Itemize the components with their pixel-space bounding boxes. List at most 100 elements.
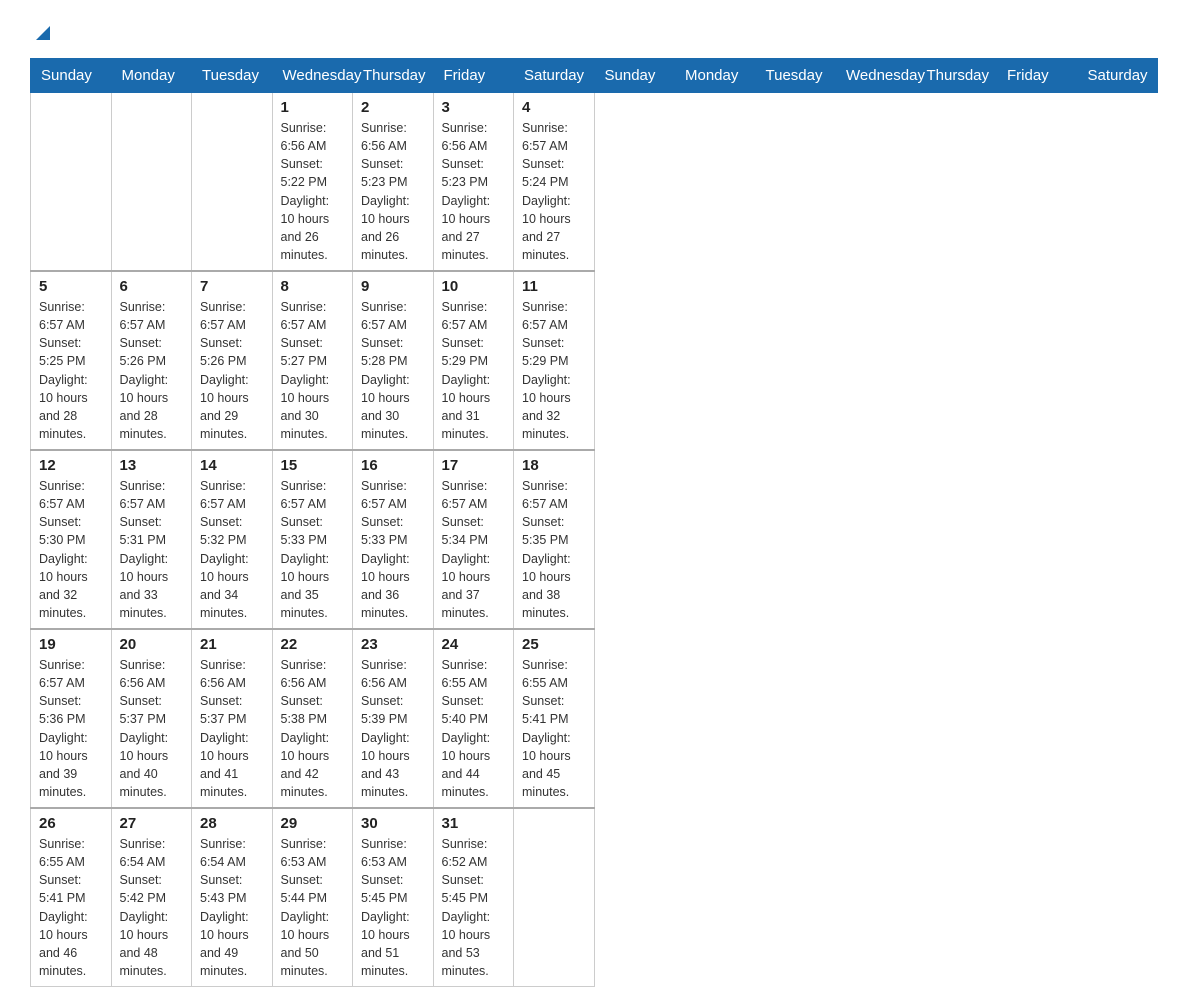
day-info: Sunrise: 6:53 AM Sunset: 5:44 PM Dayligh…	[281, 835, 345, 980]
day-info: Sunrise: 6:56 AM Sunset: 5:39 PM Dayligh…	[361, 656, 425, 801]
calendar-cell: 23 Sunrise: 6:56 AM Sunset: 5:39 PM Dayli…	[353, 629, 434, 808]
day-info: Sunrise: 6:55 AM Sunset: 5:40 PM Dayligh…	[442, 656, 506, 801]
calendar-cell: 29 Sunrise: 6:53 AM Sunset: 5:44 PM Dayli…	[272, 808, 353, 987]
calendar-cell: 6 Sunrise: 6:57 AM Sunset: 5:26 PM Daylig…	[111, 271, 192, 450]
day-info: Sunrise: 6:57 AM Sunset: 5:26 PM Dayligh…	[120, 298, 184, 443]
day-number: 23	[361, 636, 425, 653]
calendar-week-row: 19 Sunrise: 6:57 AM Sunset: 5:36 PM Dayli…	[31, 629, 1158, 808]
day-info: Sunrise: 6:57 AM Sunset: 5:32 PM Dayligh…	[200, 477, 264, 622]
day-number: 10	[442, 278, 506, 295]
calendar-cell: 20 Sunrise: 6:56 AM Sunset: 5:37 PM Dayli…	[111, 629, 192, 808]
day-number: 5	[39, 278, 103, 295]
day-info: Sunrise: 6:57 AM Sunset: 5:33 PM Dayligh…	[281, 477, 345, 622]
day-info: Sunrise: 6:56 AM Sunset: 5:37 PM Dayligh…	[200, 656, 264, 801]
day-number: 6	[120, 278, 184, 295]
day-info: Sunrise: 6:57 AM Sunset: 5:26 PM Dayligh…	[200, 298, 264, 443]
calendar-cell: 13Sunrise: 6:57 AM Sunset: 5:31 PM Dayli…	[111, 450, 192, 629]
day-info: Sunrise: 6:57 AM Sunset: 5:27 PM Dayligh…	[281, 298, 345, 443]
calendar-cell	[111, 93, 192, 272]
calendar-cell: 21 Sunrise: 6:56 AM Sunset: 5:37 PM Dayli…	[192, 629, 273, 808]
calendar-cell: 12Sunrise: 6:57 AM Sunset: 5:30 PM Dayli…	[31, 450, 112, 629]
day-info: Sunrise: 6:57 AM Sunset: 5:29 PM Dayligh…	[522, 298, 586, 443]
day-info: Sunrise: 6:55 AM Sunset: 5:41 PM Dayligh…	[39, 835, 103, 980]
calendar-cell: 31 Sunrise: 6:52 AM Sunset: 5:45 PM Dayli…	[433, 808, 514, 987]
day-info: Sunrise: 6:55 AM Sunset: 5:41 PM Dayligh…	[522, 656, 586, 801]
day-info: Sunrise: 6:53 AM Sunset: 5:45 PM Dayligh…	[361, 835, 425, 980]
day-number: 9	[361, 278, 425, 295]
day-info: Sunrise: 6:56 AM Sunset: 5:23 PM Dayligh…	[361, 119, 425, 264]
header-tuesday: Tuesday	[755, 59, 836, 93]
calendar-week-row: 26Sunrise: 6:55 AM Sunset: 5:41 PM Dayli…	[31, 808, 1158, 987]
calendar-cell: 27 Sunrise: 6:54 AM Sunset: 5:42 PM Dayli…	[111, 808, 192, 987]
day-number: 14	[200, 457, 264, 474]
day-number: 1	[281, 99, 345, 116]
header-saturday: Saturday	[1077, 59, 1158, 93]
header-thursday: Thursday	[916, 59, 997, 93]
day-info: Sunrise: 6:56 AM Sunset: 5:23 PM Dayligh…	[442, 119, 506, 264]
day-number: 13	[120, 457, 184, 474]
day-number: 20	[120, 636, 184, 653]
calendar-week-row: 5 Sunrise: 6:57 AM Sunset: 5:25 PM Daylig…	[31, 271, 1158, 450]
day-number: 17	[442, 457, 506, 474]
day-info: Sunrise: 6:57 AM Sunset: 5:25 PM Dayligh…	[39, 298, 103, 443]
day-info: Sunrise: 6:52 AM Sunset: 5:45 PM Dayligh…	[442, 835, 506, 980]
header-day-monday: Monday	[111, 59, 192, 93]
day-number: 24	[442, 636, 506, 653]
calendar-cell: 1 Sunrise: 6:56 AM Sunset: 5:22 PM Daylig…	[272, 93, 353, 272]
logo	[30, 20, 54, 40]
day-number: 27	[120, 815, 184, 832]
header-monday: Monday	[675, 59, 756, 93]
day-number: 4	[522, 99, 586, 116]
day-info: Sunrise: 6:57 AM Sunset: 5:28 PM Dayligh…	[361, 298, 425, 443]
day-number: 19	[39, 636, 103, 653]
calendar-cell: 11 Sunrise: 6:57 AM Sunset: 5:29 PM Dayli…	[514, 271, 595, 450]
calendar-week-row: 1 Sunrise: 6:56 AM Sunset: 5:22 PM Daylig…	[31, 93, 1158, 272]
header-day-sunday: Sunday	[31, 59, 112, 93]
calendar-cell: 7 Sunrise: 6:57 AM Sunset: 5:26 PM Daylig…	[192, 271, 273, 450]
day-number: 15	[281, 457, 345, 474]
day-number: 25	[522, 636, 586, 653]
logo-triangle-icon	[32, 22, 54, 44]
day-info: Sunrise: 6:57 AM Sunset: 5:30 PM Dayligh…	[39, 477, 103, 622]
day-number: 21	[200, 636, 264, 653]
day-info: Sunrise: 6:57 AM Sunset: 5:34 PM Dayligh…	[442, 477, 506, 622]
calendar-cell: 9 Sunrise: 6:57 AM Sunset: 5:28 PM Daylig…	[353, 271, 434, 450]
calendar-cell: 2Sunrise: 6:56 AM Sunset: 5:23 PM Daylig…	[353, 93, 434, 272]
calendar-cell: 26Sunrise: 6:55 AM Sunset: 5:41 PM Dayli…	[31, 808, 112, 987]
day-info: Sunrise: 6:56 AM Sunset: 5:37 PM Dayligh…	[120, 656, 184, 801]
header-sunday: Sunday	[594, 59, 675, 93]
day-number: 16	[361, 457, 425, 474]
day-number: 18	[522, 457, 586, 474]
day-number: 8	[281, 278, 345, 295]
day-number: 22	[281, 636, 345, 653]
calendar-cell: 18Sunrise: 6:57 AM Sunset: 5:35 PM Dayli…	[514, 450, 595, 629]
day-number: 11	[522, 278, 586, 295]
day-info: Sunrise: 6:56 AM Sunset: 5:22 PM Dayligh…	[281, 119, 345, 264]
day-info: Sunrise: 6:56 AM Sunset: 5:38 PM Dayligh…	[281, 656, 345, 801]
header-day-tuesday: Tuesday	[192, 59, 273, 93]
calendar-cell	[514, 808, 595, 987]
header-wednesday: Wednesday	[836, 59, 917, 93]
day-info: Sunrise: 6:57 AM Sunset: 5:33 PM Dayligh…	[361, 477, 425, 622]
day-info: Sunrise: 6:57 AM Sunset: 5:29 PM Dayligh…	[442, 298, 506, 443]
calendar-cell: 25 Sunrise: 6:55 AM Sunset: 5:41 PM Dayli…	[514, 629, 595, 808]
day-info: Sunrise: 6:54 AM Sunset: 5:42 PM Dayligh…	[120, 835, 184, 980]
page-header	[30, 20, 1158, 40]
header-day-wednesday: Wednesday	[272, 59, 353, 93]
day-info: Sunrise: 6:57 AM Sunset: 5:36 PM Dayligh…	[39, 656, 103, 801]
day-number: 29	[281, 815, 345, 832]
day-info: Sunrise: 6:54 AM Sunset: 5:43 PM Dayligh…	[200, 835, 264, 980]
calendar-cell	[192, 93, 273, 272]
calendar-cell	[31, 93, 112, 272]
calendar-cell: 8 Sunrise: 6:57 AM Sunset: 5:27 PM Daylig…	[272, 271, 353, 450]
calendar-cell: 30 Sunrise: 6:53 AM Sunset: 5:45 PM Dayli…	[353, 808, 434, 987]
day-number: 28	[200, 815, 264, 832]
day-number: 31	[442, 815, 506, 832]
calendar-cell: 4Sunrise: 6:57 AM Sunset: 5:24 PM Daylig…	[514, 93, 595, 272]
day-number: 3	[442, 99, 506, 116]
day-number: 7	[200, 278, 264, 295]
calendar-cell: 5 Sunrise: 6:57 AM Sunset: 5:25 PM Daylig…	[31, 271, 112, 450]
header-day-thursday: Thursday	[353, 59, 434, 93]
day-number: 30	[361, 815, 425, 832]
calendar-cell: 15 Sunrise: 6:57 AM Sunset: 5:33 PM Dayli…	[272, 450, 353, 629]
